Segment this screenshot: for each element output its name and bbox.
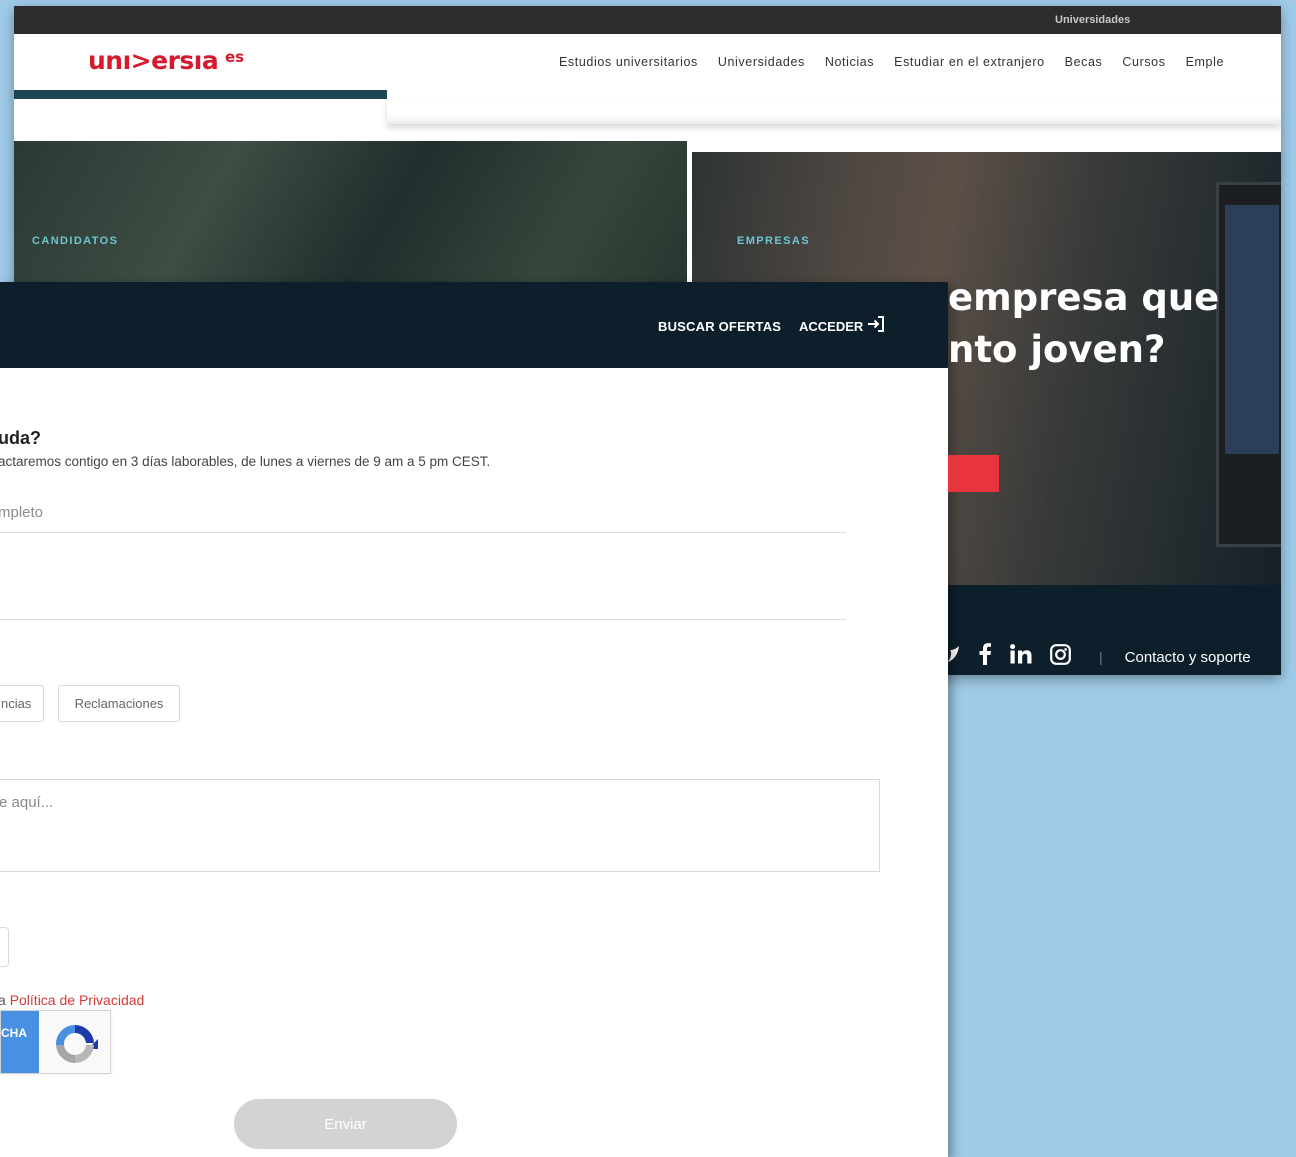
- contact-form-window: BUSCAR OFERTAS ACCEDER uda? actaremos co…: [0, 282, 948, 1157]
- login-arrow-icon[interactable]: [867, 315, 885, 333]
- recaptcha-label-panel: CHA: [1, 1011, 39, 1073]
- nav-item-cursos[interactable]: Cursos: [1122, 55, 1165, 69]
- hero-candidatos-image: [14, 141, 687, 291]
- form-page-header: BUSCAR OFERTAS ACCEDER: [0, 282, 948, 368]
- nav-item-estudios[interactable]: Estudios universitarios: [559, 55, 698, 69]
- submit-button[interactable]: Enviar: [234, 1099, 457, 1149]
- monitor-screen: [1225, 205, 1279, 454]
- linkedin-icon[interactable]: [1010, 644, 1032, 670]
- full-name-input[interactable]: mpleto: [0, 504, 43, 521]
- form-title: uda?: [0, 428, 41, 448]
- contacto-soporte-link[interactable]: Contacto y soporte: [1125, 649, 1251, 666]
- form-subtitle: actaremos contigo en 3 días laborables, …: [0, 454, 491, 469]
- recaptcha-label: CHA: [1, 1026, 27, 1040]
- hero-label-empresas: EMPRESAS: [737, 235, 810, 247]
- universia-logo[interactable]: unı>ersıa: [88, 46, 219, 75]
- nav-item-empleo[interactable]: Emple: [1186, 55, 1224, 69]
- top-strip: Universidades: [14, 6, 1281, 34]
- recaptcha-widget[interactable]: CHA: [0, 1010, 111, 1074]
- buscar-ofertas-link[interactable]: BUSCAR OFERTAS: [658, 319, 781, 334]
- empresas-headline: empresa que nto joven?: [948, 276, 1220, 371]
- attachment-field[interactable]: [0, 927, 9, 967]
- category-chip-sugerencias[interactable]: ncias: [0, 685, 44, 722]
- hero-label-candidatos: CANDIDATOS: [32, 235, 119, 247]
- acceder-link[interactable]: ACCEDER: [799, 319, 863, 334]
- footer-separator: |: [1099, 649, 1103, 665]
- recaptcha-icon: [55, 1025, 98, 1063]
- category-chip-reclamaciones[interactable]: Reclamaciones: [58, 685, 180, 722]
- nav-dropdown-shadow: [387, 98, 1281, 124]
- second-field-underline[interactable]: [0, 619, 846, 620]
- nav-item-extranjero[interactable]: Estudiar en el extranjero: [894, 55, 1045, 69]
- privacy-prefix: a: [0, 992, 6, 1008]
- privacy-policy-link[interactable]: Política de Privacidad: [10, 992, 145, 1008]
- full-name-underline: [0, 532, 846, 533]
- monitor-photo-detail: [1216, 182, 1281, 547]
- instagram-icon[interactable]: [1050, 643, 1071, 671]
- message-textarea[interactable]: e aquí...: [0, 779, 880, 872]
- empresas-cta-button[interactable]: [948, 455, 999, 492]
- top-strip-universidades-link[interactable]: Universidades: [1055, 14, 1130, 26]
- facebook-icon[interactable]: [978, 643, 992, 671]
- nav-item-becas[interactable]: Becas: [1065, 55, 1103, 69]
- logo-underline-bar: [14, 90, 387, 99]
- nav-item-universidades[interactable]: Universidades: [718, 55, 805, 69]
- nav-item-noticias[interactable]: Noticias: [825, 55, 874, 69]
- main-nav: Estudios universitarios Universidades No…: [559, 55, 1224, 69]
- privacy-consent-text: a Política de Privacidad: [0, 992, 144, 1008]
- site-header: unı>ersıa es Estudios universitarios Uni…: [14, 34, 1281, 126]
- twitter-icon[interactable]: [946, 644, 960, 670]
- social-links: | Contacto y soporte: [946, 643, 1251, 671]
- logo-country-suffix: es: [225, 48, 245, 66]
